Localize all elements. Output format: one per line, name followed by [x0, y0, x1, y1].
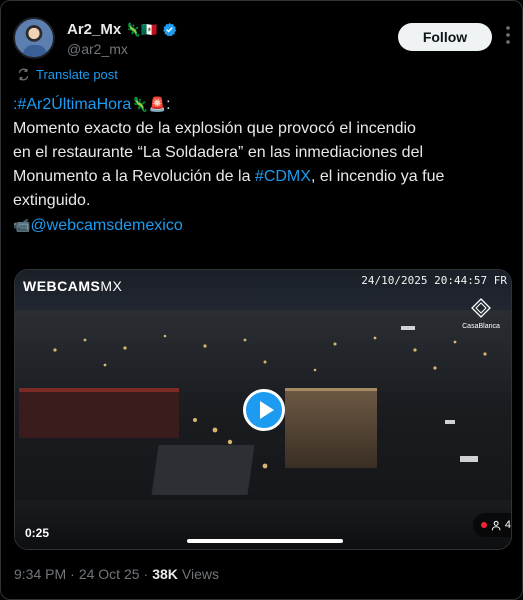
- tweet-card: Ar2_Mx 🦎🇲🇽 @ar2_mx Follow Translate post…: [0, 0, 523, 600]
- webcams-mx-watermark: WEBCAMSMX: [23, 278, 122, 294]
- translate-icon: [18, 68, 29, 81]
- post-date[interactable]: 24 Oct 25: [79, 566, 140, 582]
- views-count: 38K: [152, 566, 178, 582]
- tweet-text: :#Ar2ÚltimaHora🦎🚨: Momento exacto de la …: [13, 92, 513, 238]
- hashtag-tail: :: [166, 96, 171, 113]
- author-display-name[interactable]: Ar2_Mx: [67, 21, 121, 38]
- follow-button[interactable]: Follow: [398, 23, 492, 51]
- hashtag-cdmx[interactable]: #CDMX: [255, 168, 311, 185]
- casablanca-icon: [471, 298, 491, 318]
- verified-badge-icon: [162, 22, 176, 37]
- tweet-line-3-pre: Monumento a la Revolución de la: [13, 168, 255, 185]
- play-icon[interactable]: [243, 389, 285, 431]
- tweet-line-2: en el restaurante “La Soldadera” en las …: [13, 144, 424, 161]
- red-building: [19, 388, 179, 438]
- post-time[interactable]: 9:34 PM: [14, 566, 66, 582]
- tweet-line-3-post: , el incendio ya fue: [310, 168, 445, 185]
- tweet-meta: 9:34 PM · 24 Oct 25 · 38K Views: [14, 566, 219, 582]
- mention-webcamsdemexico[interactable]: @webcamsdemexico: [30, 217, 182, 234]
- more-dots-icon[interactable]: [501, 25, 515, 47]
- video-duration: 0:25: [25, 526, 50, 540]
- video-player[interactable]: WEBCAMSMX 24/10/2025 20:44:57 FR CasaBla…: [14, 269, 512, 550]
- translate-post-link[interactable]: Translate post: [17, 67, 118, 82]
- casablanca-label: CasaBlanca: [462, 323, 500, 330]
- tweet-line-4: extinguido.: [13, 192, 91, 209]
- watermark-suffix: MX: [100, 278, 123, 294]
- hashtag-emojis: 🦎🚨: [131, 96, 167, 112]
- live-viewers-badge: 4: [473, 513, 511, 537]
- person-icon: [491, 520, 501, 530]
- author-handle[interactable]: @ar2_mx: [67, 41, 128, 57]
- video-camera-icon: 📹: [13, 217, 31, 233]
- dark-roof: [151, 445, 255, 495]
- video-timestamp-overlay: 24/10/2025 20:44:57 FR: [361, 274, 507, 287]
- tweet-header: Ar2_Mx 🦎🇲🇽 @ar2_mx Follow: [13, 15, 513, 65]
- avatar[interactable]: [13, 17, 55, 59]
- meta-separator: ·: [143, 566, 149, 582]
- tweet-line-3: Monumento a la Revolución de la #CDMX, e…: [13, 165, 513, 189]
- author-flags: 🦎🇲🇽: [125, 21, 158, 37]
- meta-separator: ·: [70, 566, 75, 582]
- viewer-count: 4: [504, 519, 511, 531]
- casablanca-logo: CasaBlanca: [461, 298, 501, 330]
- author-name-row[interactable]: Ar2_Mx 🦎🇲🇽: [67, 21, 177, 38]
- mention-line: 📹@webcamsdemexico: [13, 213, 513, 238]
- live-dot-icon: [481, 522, 487, 528]
- hashtag-line: :#Ar2ÚltimaHora🦎🚨:: [13, 92, 513, 117]
- hashtag-ar2ultimahora[interactable]: :#Ar2ÚltimaHora: [13, 96, 131, 113]
- lit-hotel-building: [285, 388, 377, 468]
- tweet-line-1: Momento exacto de la explosión que provo…: [13, 120, 416, 137]
- views-label: Views: [181, 566, 219, 582]
- video-scrubber[interactable]: [187, 539, 343, 543]
- translate-label[interactable]: Translate post: [36, 67, 118, 82]
- watermark-brand: WEBCAMS: [23, 278, 101, 294]
